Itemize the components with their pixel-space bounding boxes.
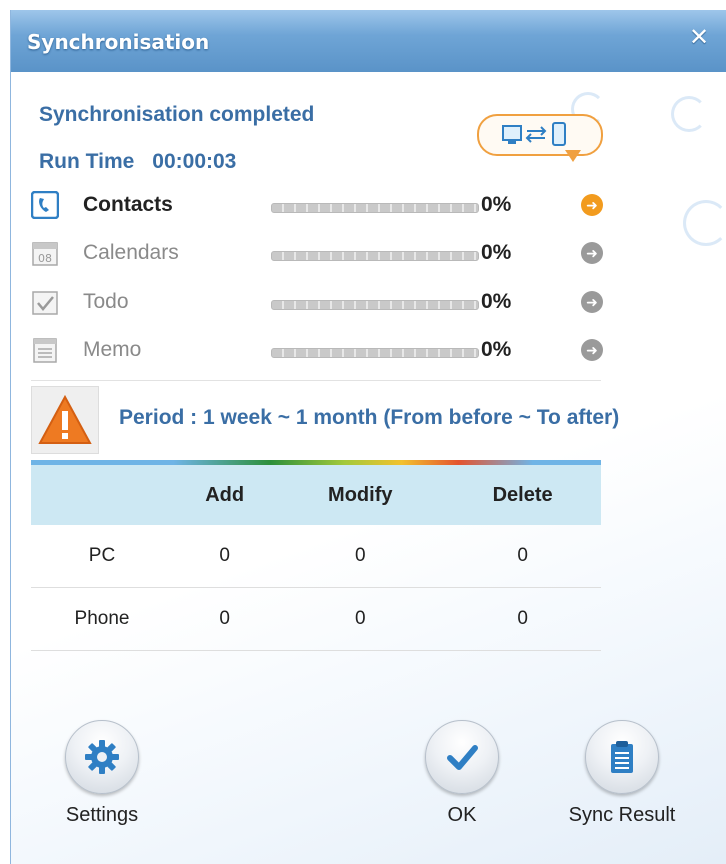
sync-row-label: Todo — [83, 290, 129, 313]
window-title: Synchronisation — [27, 30, 210, 54]
table-cell: 0 — [173, 587, 277, 651]
table-cell: 0 — [276, 525, 445, 588]
table-header: Add — [173, 465, 277, 525]
todo-icon — [32, 291, 58, 315]
ok-button[interactable] — [425, 720, 499, 794]
table-row: PC 0 0 0 — [31, 525, 601, 588]
warning-icon — [38, 394, 92, 444]
background-swirl-icon — [683, 200, 726, 246]
sync-row-label: Memo — [83, 338, 142, 361]
calendar-icon-day: 08 — [38, 252, 52, 265]
sync-result-button-label: Sync Result — [568, 804, 676, 826]
sync-row-memo: Memo 0% ➜ — [31, 330, 603, 370]
ok-button-group: OK — [397, 720, 527, 827]
memo-icon — [33, 338, 57, 363]
progress-percent: 0% — [481, 193, 512, 216]
pc-phone-sync-badge — [477, 114, 603, 162]
gear-icon — [85, 740, 119, 774]
calendar-icon: 08 — [32, 242, 58, 266]
ok-button-label: OK — [447, 804, 477, 826]
divider — [31, 380, 601, 381]
run-time-value: 00:00:03 — [152, 150, 237, 173]
background-swirl-icon — [671, 96, 707, 132]
table-header: Modify — [276, 465, 445, 525]
sync-row-label: Contacts — [83, 193, 173, 216]
table-header: Delete — [444, 465, 601, 525]
sync-period: Period : 1 week ~ 1 month (From before ~… — [119, 406, 620, 429]
sync-row-todo: Todo 0% ➜ — [31, 282, 603, 322]
table-header — [31, 465, 173, 525]
arrow-right-icon[interactable]: ➜ — [581, 194, 603, 216]
sync-row-contacts: Contacts 0% ➜ — [31, 185, 603, 225]
sync-counts-table: Add Modify Delete PC 0 0 0 Phone 0 0 0 — [31, 465, 601, 651]
settings-button-group: Settings — [37, 720, 167, 827]
arrow-right-icon[interactable]: ➜ — [581, 339, 603, 361]
sync-row-calendars: 08 Calendars 0% ➜ — [31, 233, 603, 273]
settings-button[interactable] — [65, 720, 139, 794]
table-cell: 0 — [276, 587, 445, 651]
clipboard-icon — [611, 741, 633, 773]
contacts-icon — [31, 191, 59, 219]
arrow-right-icon[interactable]: ➜ — [581, 291, 603, 313]
progress-bar — [271, 348, 479, 358]
title-bar[interactable]: Synchronisation ✕ — [11, 10, 726, 73]
sync-row-label: Calendars — [83, 241, 179, 264]
progress-bar — [271, 300, 479, 310]
sync-result-button[interactable] — [585, 720, 659, 794]
progress-percent: 0% — [481, 338, 512, 361]
progress-bar — [271, 251, 479, 261]
warning-icon-box — [31, 386, 99, 454]
run-time-label: Run Time — [39, 150, 135, 173]
sync-window: Synchronisation ✕ Synchronisation comple… — [10, 10, 726, 864]
checkmark-icon — [447, 745, 478, 770]
progress-percent: 0% — [481, 290, 512, 313]
table-header-row: Add Modify Delete — [31, 465, 601, 525]
table-cell: 0 — [173, 525, 277, 588]
progress-bar — [271, 203, 479, 213]
settings-button-label: Settings — [65, 804, 139, 826]
run-time: Run Time 00:00:03 — [39, 150, 254, 174]
close-button[interactable]: ✕ — [685, 24, 713, 52]
main-content: Synchronisation completed Run Time 00:00:… — [11, 72, 726, 864]
sync-status-title: Synchronisation completed — [39, 103, 315, 126]
progress-percent: 0% — [481, 241, 512, 264]
pc-phone-sync-icon — [502, 122, 566, 146]
table-cell: Phone — [31, 587, 173, 651]
table-cell: 0 — [444, 525, 601, 588]
sync-result-button-group: Sync Result — [557, 720, 687, 827]
arrow-right-icon[interactable]: ➜ — [581, 242, 603, 264]
table-cell: PC — [31, 525, 173, 588]
table-row: Phone 0 0 0 — [31, 587, 601, 651]
table-cell: 0 — [444, 587, 601, 651]
